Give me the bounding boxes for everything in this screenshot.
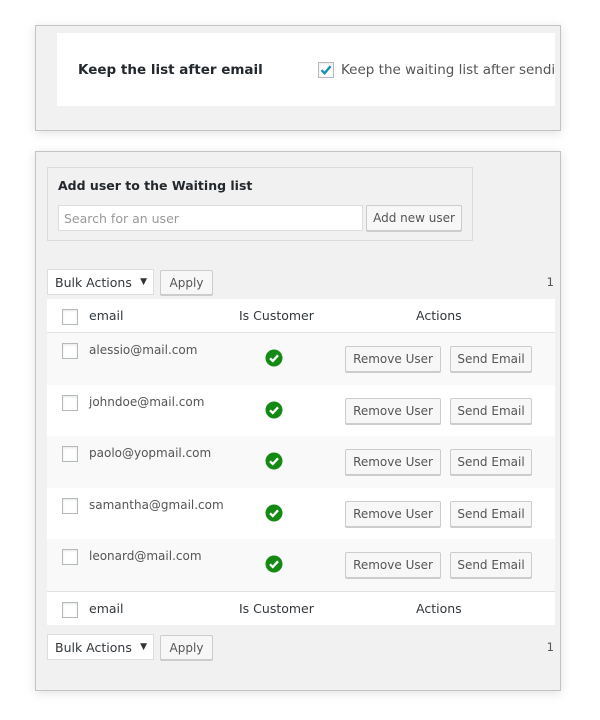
triangle-down-icon: ▼ — [140, 277, 147, 287]
table-row: samantha@gmail.com Remove User Send Email — [47, 488, 555, 540]
apply-button-bottom[interactable]: Apply — [160, 635, 213, 660]
bulk-actions-label: Bulk Actions — [55, 639, 132, 655]
column-actions: Actions — [416, 308, 462, 323]
select-all-checkbox[interactable] — [62, 309, 78, 325]
send-email-button[interactable]: Send Email — [450, 397, 532, 424]
tablenav-bottom: Bulk Actions ▼ Apply 1 — [47, 634, 555, 661]
search-user-input[interactable] — [58, 205, 363, 231]
page-count-bottom: 1 — [546, 640, 554, 654]
remove-user-button[interactable]: Remove User — [345, 397, 441, 424]
settings-panel: Keep the list after email Keep the waiti… — [35, 25, 561, 131]
table-footer: email Is Customer Actions — [47, 590, 555, 625]
check-circle-icon — [265, 401, 283, 418]
row-email: samantha@gmail.com — [89, 497, 224, 512]
settings-row-keep-list: Keep the list after email Keep the waiti… — [57, 33, 555, 106]
add-user-box: Add user to the Waiting list Add new use… — [47, 167, 473, 241]
row-email: leonard@mail.com — [89, 549, 202, 563]
add-user-title: Add user to the Waiting list — [58, 178, 253, 193]
check-circle-icon — [265, 504, 283, 521]
send-email-button[interactable]: Send Email — [450, 449, 532, 475]
row-checkbox[interactable] — [62, 394, 78, 411]
table-row: leonard@mail.com Remove User Send Email — [47, 539, 555, 591]
select-all-checkbox-footer[interactable] — [62, 601, 78, 618]
row-checkbox[interactable] — [62, 549, 78, 565]
row-checkbox[interactable] — [62, 497, 78, 514]
tablenav-top: Bulk Actions ▼ Apply 1 — [47, 269, 555, 296]
column-is-customer: Is Customer — [239, 308, 314, 323]
row-email: paolo@yopmail.com — [89, 446, 212, 460]
waiting-list-panel: Add user to the Waiting list Add new use… — [35, 151, 561, 691]
waiting-list-table: email Is Customer Actions alessio@mail.c… — [47, 299, 555, 625]
remove-user-button[interactable]: Remove User — [345, 449, 441, 475]
keep-list-field: Keep the waiting list after sendi — [318, 61, 555, 78]
bulk-actions-label: Bulk Actions — [55, 274, 132, 290]
table-row: alessio@mail.com Remove User Send Email — [47, 333, 555, 385]
bulk-actions-select-bottom[interactable]: Bulk Actions ▼ — [47, 634, 154, 660]
table-row: johndoe@mail.com Remove User Send Email — [47, 385, 555, 437]
column-email[interactable]: email — [89, 308, 123, 323]
send-email-button[interactable]: Send Email — [450, 500, 532, 527]
remove-user-button[interactable]: Remove User — [345, 346, 441, 372]
row-email: johndoe@mail.com — [89, 394, 205, 409]
page-count: 1 — [546, 275, 554, 289]
triangle-down-icon: ▼ — [140, 642, 147, 652]
row-checkbox[interactable] — [62, 343, 78, 359]
keep-list-label: Keep the list after email — [78, 61, 263, 78]
send-email-button[interactable]: Send Email — [450, 552, 532, 578]
check-circle-icon — [265, 349, 283, 367]
row-checkbox[interactable] — [62, 446, 78, 462]
row-email: alessio@mail.com — [89, 343, 198, 357]
remove-user-button[interactable]: Remove User — [345, 552, 441, 578]
keep-list-checkbox-label: Keep the waiting list after sendi — [341, 61, 555, 78]
check-circle-icon — [265, 452, 283, 470]
apply-button[interactable]: Apply — [160, 270, 213, 295]
table-header: email Is Customer Actions — [47, 299, 555, 333]
send-email-button[interactable]: Send Email — [450, 346, 532, 372]
keep-list-checkbox[interactable] — [318, 61, 334, 78]
column-is-customer-footer: Is Customer — [239, 600, 314, 616]
add-new-user-button[interactable]: Add new user — [366, 205, 462, 231]
check-circle-icon — [265, 555, 283, 573]
column-email-footer[interactable]: email — [89, 601, 123, 616]
column-actions-footer: Actions — [416, 600, 462, 616]
checkmark-icon — [320, 64, 332, 75]
remove-user-button[interactable]: Remove User — [345, 500, 441, 527]
bulk-actions-select[interactable]: Bulk Actions ▼ — [47, 269, 154, 295]
table-row: paolo@yopmail.com Remove User Send Email — [47, 436, 555, 488]
